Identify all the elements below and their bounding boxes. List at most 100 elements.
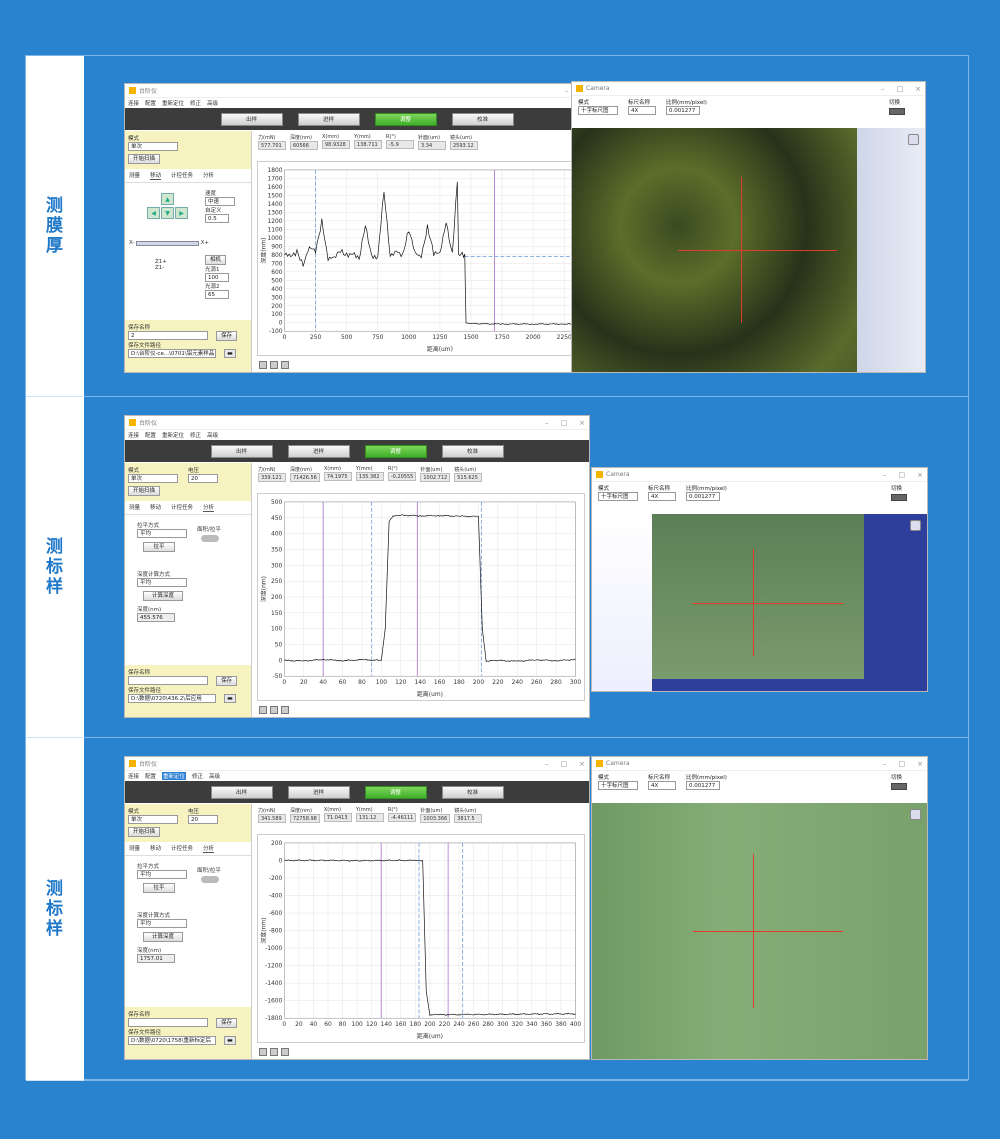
panel-tab[interactable]: 计控任务 — [171, 503, 193, 512]
settings-icon[interactable] — [908, 134, 919, 145]
save-path-input[interactable]: D:\台阶仪-ce...\0701\铝元素样品 — [128, 349, 216, 358]
profile-chart[interactable]: 0 20 40 60 80 100 120 140 160 180 200 220 240 260 280 3… — [257, 493, 585, 701]
save-path-input[interactable]: D:\数据\0720\1758\重新标定后 — [128, 1036, 216, 1045]
folder-icon[interactable]: ▬ — [224, 694, 236, 703]
profile-chart[interactable]: 02505007501000125015001750200022502500-1… — [257, 161, 605, 356]
menu-item[interactable]: 连接 — [128, 99, 139, 107]
menu-item[interactable]: 连接 — [128, 772, 139, 780]
save-button[interactable]: 保存 — [216, 331, 238, 341]
settings-icon[interactable] — [910, 809, 921, 820]
depth-method-select[interactable]: 平均 — [137, 578, 187, 587]
panel-tab[interactable]: 移动 — [150, 844, 161, 853]
panel-tab[interactable]: 分析 — [203, 844, 215, 853]
toolbar-button[interactable]: 出样 — [220, 112, 283, 126]
menu-item[interactable]: 高级 — [209, 772, 220, 780]
toolbar-button[interactable]: 调整 — [364, 444, 427, 458]
level-method-select[interactable]: 平均 — [137, 529, 187, 538]
start-scan-button[interactable]: 开始扫描 — [128, 154, 161, 164]
minimize-icon[interactable]: – — [545, 757, 549, 771]
microscope-view[interactable] — [572, 128, 925, 372]
menu-item[interactable]: 修正 — [190, 431, 201, 439]
mode-select[interactable]: 单次 — [128, 474, 178, 483]
menu-item[interactable]: 重新定位 — [162, 431, 184, 439]
save-name-input[interactable] — [128, 1018, 208, 1027]
right-arrow-icon[interactable]: ▶ — [175, 207, 188, 219]
switch-toggle[interactable] — [889, 108, 905, 115]
close-icon[interactable]: × — [915, 82, 921, 96]
left-arrow-icon[interactable]: ◀ — [147, 207, 160, 219]
toolbar-button[interactable]: 调整 — [374, 112, 437, 126]
tilt-toggle[interactable] — [201, 535, 219, 542]
panel-tab[interactable]: 测量 — [129, 503, 140, 512]
toolbar-button[interactable]: 进样 — [297, 112, 360, 126]
mode-select[interactable]: 单次 — [128, 815, 178, 824]
folder-icon[interactable]: ▬ — [224, 349, 236, 358]
profile-chart[interactable]: 0 20 40 60 80 100 120 140 160 180 200 220 240 260 280 3… — [257, 834, 585, 1043]
menu-item[interactable]: 修正 — [192, 772, 203, 780]
depth-method-select[interactable]: 平均 — [137, 919, 187, 928]
folder-icon[interactable]: ▬ — [224, 1036, 236, 1045]
zoom-icon[interactable] — [270, 361, 278, 369]
maximize-icon[interactable]: □ — [561, 416, 568, 430]
minimize-icon[interactable]: – — [883, 468, 887, 482]
toolbar-button[interactable]: 校准 — [441, 444, 504, 458]
microscope-view[interactable] — [592, 514, 927, 691]
menu-item[interactable]: 修正 — [190, 99, 201, 107]
tilt-toggle[interactable] — [201, 876, 219, 883]
x-axis-slider[interactable]: X- X+ — [129, 237, 209, 249]
mode-select[interactable]: 十字标尺图 — [578, 106, 618, 115]
mode-select[interactable]: 单次 — [128, 142, 178, 151]
graph-tools-icon[interactable] — [259, 361, 267, 369]
toolbar-button[interactable]: 调整 — [364, 785, 427, 799]
mode-select[interactable]: 十字标尺图 — [598, 492, 638, 501]
calc-depth-button[interactable]: 计算深度 — [143, 932, 183, 942]
toolbar-button[interactable]: 出样 — [210, 785, 273, 799]
close-icon[interactable]: × — [917, 757, 923, 771]
menu-item[interactable]: 连接 — [128, 431, 139, 439]
menu-item[interactable]: 高级 — [207, 431, 218, 439]
panel-tab[interactable]: 计控任务 — [171, 171, 193, 180]
toolbar-button[interactable]: 进样 — [287, 444, 350, 458]
settings-icon[interactable] — [910, 520, 921, 531]
switch-toggle[interactable] — [891, 494, 907, 501]
save-name-input[interactable] — [128, 676, 208, 685]
save-path-input[interactable]: D:\数据\0720\436.2\后应用 — [128, 694, 216, 703]
zoom-icon[interactable] — [270, 1048, 278, 1056]
maximize-icon[interactable]: □ — [897, 82, 904, 96]
level-button[interactable]: 拉平 — [143, 883, 175, 893]
save-button[interactable]: 保存 — [216, 676, 238, 686]
close-icon[interactable]: × — [579, 416, 585, 430]
graph-tools-icon[interactable] — [259, 706, 267, 714]
slider-track[interactable] — [136, 240, 199, 246]
switch-toggle[interactable] — [891, 783, 907, 790]
zoom-icon[interactable] — [270, 706, 278, 714]
voltage-input[interactable]: 20 — [188, 815, 218, 824]
level-method-select[interactable]: 平均 — [137, 870, 187, 879]
pan-icon[interactable] — [281, 361, 289, 369]
light2-input[interactable]: 65 — [205, 290, 229, 299]
menu-item[interactable]: 配置 — [145, 772, 156, 780]
mode-select[interactable]: 十字标尺图 — [598, 781, 638, 790]
custom-input[interactable]: 0.5 — [205, 214, 229, 223]
ruler-select[interactable]: 4X — [648, 492, 676, 501]
toolbar-button[interactable]: 校准 — [441, 785, 504, 799]
scale-select[interactable]: 0.001277 — [686, 492, 720, 501]
close-icon[interactable]: × — [579, 757, 585, 771]
panel-tab[interactable]: 移动 — [150, 171, 162, 180]
start-scan-button[interactable]: 开始扫描 — [128, 486, 161, 496]
camera-button[interactable]: 相机 — [205, 255, 227, 265]
menu-item[interactable]: 配置 — [145, 431, 156, 439]
speed-select[interactable]: 中速 — [205, 197, 235, 206]
minimize-icon[interactable]: – — [883, 757, 887, 771]
toolbar-button[interactable]: 进样 — [287, 785, 350, 799]
maximize-icon[interactable]: □ — [899, 757, 906, 771]
panel-tab[interactable]: 测量 — [129, 844, 140, 853]
minimize-icon[interactable]: – — [545, 416, 549, 430]
minimize-icon[interactable]: – — [565, 84, 569, 98]
pan-icon[interactable] — [281, 1048, 289, 1056]
scale-select[interactable]: 0.001277 — [666, 106, 700, 115]
maximize-icon[interactable]: □ — [899, 468, 906, 482]
scale-select[interactable]: 0.001277 — [686, 781, 720, 790]
calc-depth-button[interactable]: 计算深度 — [143, 591, 183, 601]
panel-tab[interactable]: 计控任务 — [171, 844, 193, 853]
